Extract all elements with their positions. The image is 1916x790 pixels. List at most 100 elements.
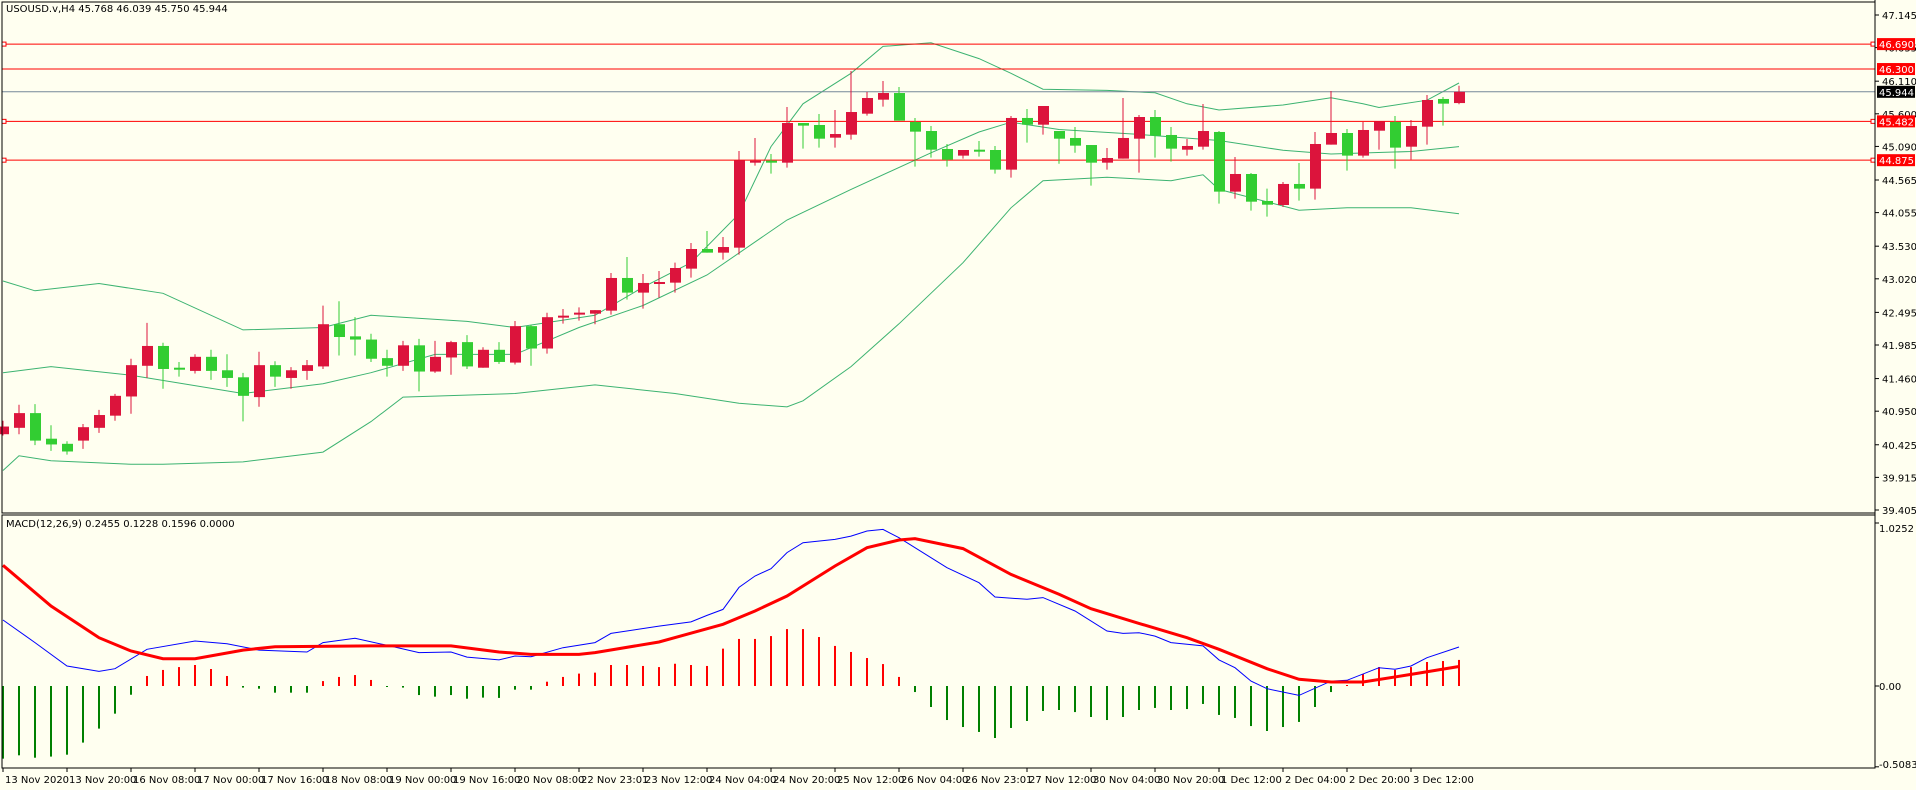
price-axis-label: 41.985	[1882, 341, 1916, 352]
candle-body	[1310, 143, 1321, 189]
level-price-label: 46.300	[1879, 65, 1914, 76]
candle-body	[222, 370, 233, 378]
candle-body	[798, 123, 809, 126]
candle-body	[430, 356, 441, 372]
time-axis-label: 3 Dec 12:00	[1413, 775, 1474, 786]
candle-body	[1006, 117, 1017, 170]
candle[interactable]	[190, 354, 201, 374]
price-axis-label: 43.020	[1882, 275, 1916, 286]
candle-body	[1198, 131, 1209, 147]
candle-body	[1422, 99, 1433, 127]
candle-body	[318, 324, 329, 367]
level-anchor-right-icon[interactable]	[1870, 41, 1876, 47]
candle-body	[126, 365, 137, 397]
candle-body	[46, 438, 57, 445]
candle-body	[462, 342, 473, 367]
candle-body	[94, 415, 105, 428]
candle-body	[1038, 106, 1049, 125]
candle-body	[542, 317, 553, 349]
candle-body	[606, 277, 617, 311]
level-price-label: 46.690	[1879, 40, 1914, 51]
candle-body	[1214, 131, 1225, 192]
time-axis-label: 22 Nov 23:01	[581, 775, 648, 786]
time-axis-label: 24 Nov 04:00	[709, 775, 776, 786]
candle-body	[574, 312, 585, 315]
candle[interactable]	[1278, 181, 1289, 207]
candle-body	[622, 277, 633, 293]
candle-body	[14, 413, 25, 428]
candle[interactable]	[478, 347, 489, 368]
candle-body	[878, 93, 889, 100]
candle-body	[718, 247, 729, 253]
price-axis-label: 39.405	[1882, 506, 1916, 517]
level-anchor-left-icon[interactable]	[1, 157, 7, 163]
candle-body	[702, 249, 713, 253]
candle-body	[942, 148, 953, 160]
candle-body	[254, 365, 265, 398]
candle-body	[510, 326, 521, 363]
candle-body	[782, 123, 793, 163]
price-axis-label: 44.565	[1882, 176, 1916, 187]
candle-body	[62, 443, 73, 452]
candle[interactable]	[1006, 115, 1017, 178]
candle-body	[734, 160, 745, 248]
candle-body	[1342, 132, 1353, 156]
level-anchor-left-icon[interactable]	[1, 118, 7, 124]
price-axis-label: 45.090	[1882, 142, 1916, 153]
candle-body	[142, 345, 153, 366]
candle[interactable]	[734, 150, 745, 255]
candle-body	[910, 121, 921, 132]
time-axis-label: 19 Nov 00:00	[389, 775, 456, 786]
candle-body	[350, 336, 361, 340]
candle[interactable]	[542, 312, 553, 354]
candle-body	[1022, 117, 1033, 125]
price-axis-label: 40.950	[1882, 407, 1916, 418]
macd-axis-label: 0.00	[1879, 682, 1901, 693]
time-axis-label: 17 Nov 16:00	[261, 775, 328, 786]
candle-body	[1358, 129, 1369, 156]
time-axis-label: 27 Nov 12:00	[1029, 775, 1096, 786]
macd-axis-label: 1.0252	[1879, 524, 1914, 535]
candle-body	[1406, 126, 1417, 147]
candle-body	[1230, 173, 1241, 192]
time-axis-label: 26 Nov 04:00	[901, 775, 968, 786]
candle-body	[206, 356, 217, 371]
time-axis-label: 19 Nov 16:00	[453, 775, 520, 786]
candle-body	[30, 413, 41, 441]
trading-chart[interactable]: 47.14546.63546.11045.60045.09044.56544.0…	[0, 0, 1916, 790]
level-anchor-right-icon[interactable]	[1870, 118, 1876, 124]
candle[interactable]	[510, 321, 521, 365]
level-anchor-left-icon[interactable]	[1, 41, 7, 47]
candle[interactable]	[606, 272, 617, 315]
time-axis-label: 13 Nov 20:00	[69, 775, 136, 786]
price-axis-label: 42.495	[1882, 308, 1916, 319]
candle-body	[270, 365, 281, 377]
chart-background	[0, 0, 1916, 790]
candle-body	[238, 377, 249, 396]
current-price-label: 45.944	[1879, 88, 1914, 99]
candle-body	[750, 160, 761, 163]
time-axis-label: 23 Nov 12:00	[645, 775, 712, 786]
price-axis-label: 41.460	[1882, 375, 1916, 386]
candle-body	[766, 160, 777, 163]
candle-body	[638, 282, 649, 293]
level-anchor-right-icon[interactable]	[1870, 157, 1876, 163]
candle[interactable]	[990, 145, 1001, 174]
time-axis-label: 16 Nov 08:00	[133, 775, 200, 786]
time-axis-label: 30 Nov 20:00	[1157, 775, 1224, 786]
candle-body	[974, 149, 985, 152]
candle-body	[990, 150, 1001, 170]
candle-body	[158, 345, 169, 369]
candle-body	[958, 150, 969, 156]
time-axis-label: 30 Nov 04:00	[1093, 775, 1160, 786]
symbol-info: USOUSD.v,H4 45.768 46.039 45.750 45.944	[6, 4, 228, 15]
candle-body	[558, 315, 569, 318]
candle-body	[190, 356, 201, 371]
candle-body	[1390, 121, 1401, 148]
candle-body	[1134, 117, 1145, 139]
time-axis-label: 25 Nov 12:00	[837, 775, 904, 786]
time-axis-label: 2 Dec 20:00	[1349, 775, 1410, 786]
candle-body	[1166, 134, 1177, 149]
candle-body	[526, 326, 537, 349]
price-axis-label: 39.915	[1882, 473, 1916, 484]
